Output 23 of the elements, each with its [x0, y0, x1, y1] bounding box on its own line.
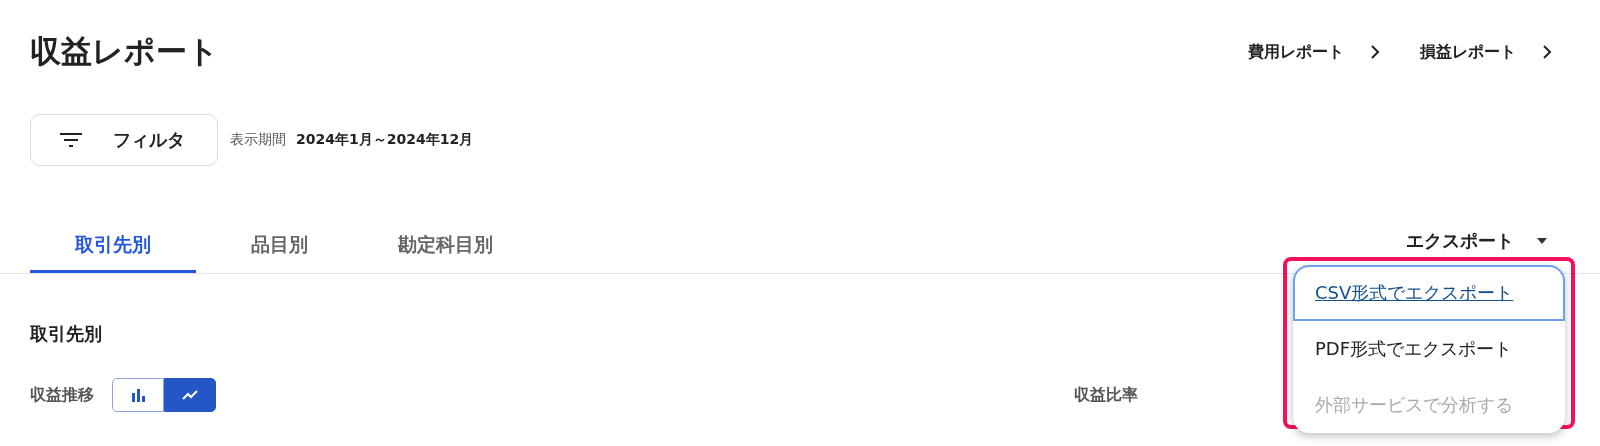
chevron-right-icon	[1370, 45, 1380, 59]
bar-chart-icon	[130, 388, 146, 402]
section-title: 取引先別	[30, 322, 103, 346]
chart-label: 収益推移	[30, 384, 94, 406]
line-chart-icon	[182, 389, 198, 401]
tab[interactable]: 勘定科目別	[362, 224, 528, 273]
menu-item: 外部サービスで分析する	[1314, 393, 1514, 417]
menu-item[interactable]: CSV形式でエクスポート	[1293, 265, 1565, 321]
report-link[interactable]: 損益レポート	[1420, 41, 1552, 63]
line-chart-toggle[interactable]	[164, 378, 216, 412]
period-label: 表示期間	[230, 131, 286, 149]
chart-label: 収益比率	[1074, 384, 1138, 406]
bar-chart-toggle[interactable]	[112, 378, 164, 412]
page-title: 収益レポート	[30, 32, 219, 71]
filter-icon	[59, 132, 83, 148]
report-link[interactable]: 費用レポート	[1248, 41, 1380, 63]
tab[interactable]: 品目別	[196, 224, 362, 273]
caret-icon	[1536, 237, 1548, 245]
filter-button[interactable]: フィルタ	[30, 114, 218, 166]
menu-item[interactable]: PDF形式でエクスポート	[1293, 321, 1565, 377]
tab[interactable]: 取引先別	[30, 224, 196, 273]
chevron-right-icon	[1542, 45, 1552, 59]
period-value: 2024年1月～2024年12月	[296, 131, 474, 149]
